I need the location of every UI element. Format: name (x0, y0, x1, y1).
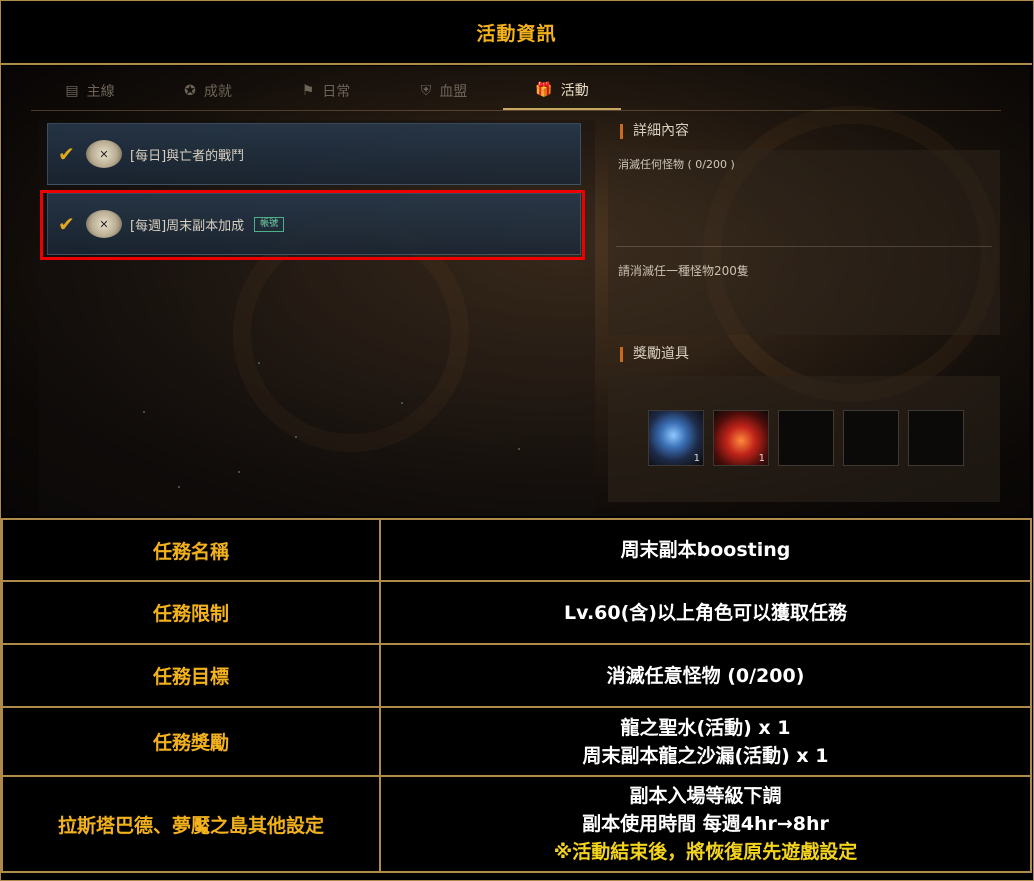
quest-tabs: ▤ 主線 ✪ 成就 ⚑ 日常 ⛨ 血盟 🎁 活動 (31, 72, 1001, 111)
table-row: 任務限制 Lv.60(含)以上角色可以獲取任務 (1, 580, 1032, 645)
quest-emblem-icon: ✕ (86, 140, 122, 168)
page-title: 活動資訊 (1, 1, 1032, 65)
reward-slot-empty (843, 410, 899, 466)
gift-icon: 🎁 (535, 82, 553, 98)
reward-slot-empty (778, 410, 834, 466)
tab-main[interactable]: ▤ 主線 (31, 72, 149, 110)
tab-clan[interactable]: ⛨ 血盟 (385, 72, 503, 110)
table-row: 任務名稱 周末副本boosting (1, 518, 1032, 582)
game-screenshot: ▤ 主線 ✪ 成就 ⚑ 日常 ⛨ 血盟 🎁 活動 ✔ ✕ [每日]與亡者的戰鬥 ✔ ✕ [… (3, 66, 1030, 516)
checkmark-icon: ✔ (58, 142, 75, 166)
tab-achievement[interactable]: ✪ 成就 (149, 72, 267, 110)
tab-daily[interactable]: ⚑ 日常 (267, 72, 385, 110)
flag-icon: ⚑ (301, 83, 315, 99)
quest-item-daily[interactable]: ✔ ✕ [每日]與亡者的戰鬥 (47, 123, 581, 185)
restore-note: ※活動結束後，將恢復原先遊戲設定 (553, 841, 858, 863)
table-row: 拉斯塔巴德、夢魘之島其他設定 副本入場等級下調 副本使用時間 每週4hr→8hr… (1, 775, 1032, 873)
row-value: 龍之聖水(活動) x 1 周末副本龍之沙漏(活動) x 1 (379, 706, 1032, 777)
medal-icon: ✪ (184, 83, 196, 99)
row-label: 任務限制 (1, 580, 381, 645)
quest-description: 請消滅任一種怪物200隻 (618, 264, 749, 278)
row-value: 副本入場等級下調 副本使用時間 每週4hr→8hr ※活動結束後，將恢復原先遊戲… (379, 775, 1032, 873)
quest-list: ✔ ✕ [每日]與亡者的戰鬥 ✔ ✕ [每週]周末副本加成 帳號 (39, 120, 595, 516)
row-label: 任務目標 (1, 643, 381, 708)
row-label: 任務獎勵 (1, 706, 381, 777)
table-row: 任務獎勵 龍之聖水(活動) x 1 周末副本龍之沙漏(活動) x 1 (1, 706, 1032, 777)
reward-slot-hourglass[interactable]: 1 (713, 410, 769, 466)
row-value: Lv.60(含)以上角色可以獲取任務 (379, 580, 1032, 645)
selected-quest-highlight (40, 190, 585, 260)
quest-progress: 消滅任何怪物 ( 0/200 ) (618, 158, 735, 171)
reward-slot-holy-water[interactable]: 1 (648, 410, 704, 466)
shield-icon: ⛨ (420, 83, 432, 99)
table-row: 任務目標 消滅任意怪物 (0/200) (1, 643, 1032, 708)
row-label: 拉斯塔巴德、夢魘之島其他設定 (1, 775, 381, 873)
info-table: 任務名稱 周末副本boosting 任務限制 Lv.60(含)以上角色可以獲取任… (1, 518, 1032, 873)
reward-section-title: 獎勵道具 (620, 347, 689, 362)
detail-section-title: 詳細內容 (620, 124, 689, 139)
row-value: 消滅任意怪物 (0/200) (379, 643, 1032, 708)
row-label: 任務名稱 (1, 518, 381, 582)
detail-box: 消滅任何怪物 ( 0/200 ) 請消滅任一種怪物200隻 (608, 150, 1000, 335)
detail-panel: 詳細內容 消滅任何怪物 ( 0/200 ) 請消滅任一種怪物200隻 獎勵道具 … (608, 120, 1002, 510)
tab-event[interactable]: 🎁 活動 (503, 72, 621, 110)
reward-box: 1 1 (608, 376, 1000, 502)
scroll-icon: ▤ (65, 83, 79, 99)
divider (616, 246, 992, 247)
reward-slot-empty (908, 410, 964, 466)
quest-title: [每日]與亡者的戰鬥 (130, 148, 245, 164)
row-value: 周末副本boosting (379, 518, 1032, 582)
